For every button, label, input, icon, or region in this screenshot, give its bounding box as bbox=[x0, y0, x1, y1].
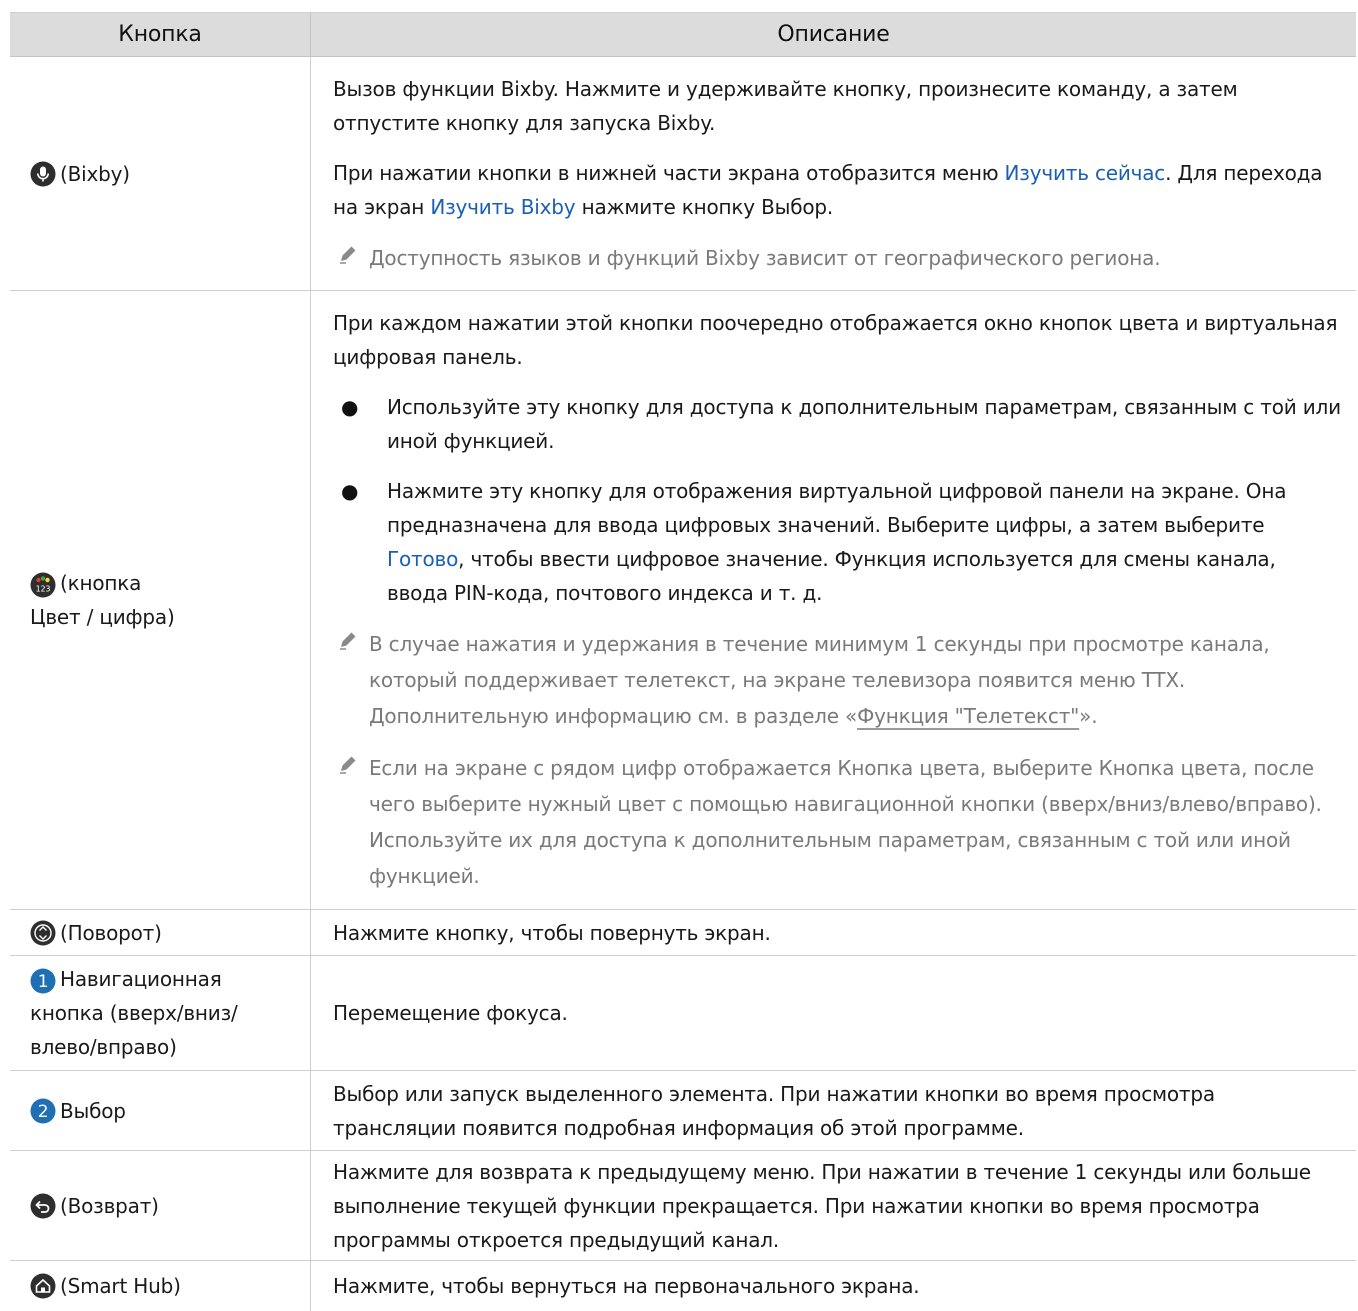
table-row-color-number: 123 (кнопка Цвет / цифра) При каждом наж… bbox=[10, 291, 1356, 910]
list-item: ● Используйте эту кнопку для доступа к д… bbox=[333, 390, 1342, 458]
bullet-icon: ● bbox=[341, 395, 359, 419]
button-label: (Возврат) bbox=[60, 1193, 159, 1218]
button-label: кнопка (вверх/вниз/ bbox=[30, 1001, 238, 1025]
number-two-badge-icon: 2 bbox=[30, 1098, 56, 1124]
button-cell: 123 (кнопка Цвет / цифра) bbox=[10, 291, 311, 909]
bullet-icon: ● bbox=[341, 479, 359, 503]
button-label: Навигационная bbox=[60, 967, 222, 991]
note-text: В случае нажатия и удержания в течение м… bbox=[369, 626, 1342, 734]
microphone-icon bbox=[30, 161, 56, 187]
button-label: (Поворот) bbox=[60, 920, 162, 945]
pencil-note-icon bbox=[333, 626, 369, 734]
number-one-badge-icon: 1 bbox=[30, 968, 56, 994]
text-run: ». bbox=[1079, 704, 1098, 728]
description-cell: При каждом нажатии этой кнопки поочередн… bbox=[311, 291, 1356, 909]
link-teletext[interactable]: Функция "Телетекст" bbox=[857, 704, 1079, 728]
description-text: Выбор или запуск выделенного элемента. П… bbox=[333, 1081, 1215, 1140]
description-cell: Нажмите кнопку, чтобы повернуть экран. bbox=[311, 910, 1356, 955]
link-done[interactable]: Готово bbox=[387, 547, 458, 571]
table-row-select: 2 Выбор Выбор или запуск выделенного эле… bbox=[10, 1071, 1356, 1151]
note-text: Доступность языков и функций Bixby завис… bbox=[369, 245, 1161, 270]
button-label: Выбор bbox=[60, 1098, 126, 1123]
note: Доступность языков и функций Bixby завис… bbox=[333, 240, 1342, 276]
list-item: ● Нажмите эту кнопку для отображения вир… bbox=[333, 474, 1342, 610]
home-icon bbox=[30, 1273, 56, 1299]
remote-buttons-table: Кнопка Описание (Bixby) Вызов функции Bi… bbox=[10, 12, 1356, 1311]
rotate-icon bbox=[30, 920, 56, 946]
badge-number: 2 bbox=[38, 1102, 49, 1122]
text-run: , чтобы ввести цифровое значение. Функци… bbox=[387, 547, 1276, 605]
button-cell: (Smart Hub) bbox=[10, 1261, 311, 1311]
text-run: Нажмите эту кнопку для отображения вирту… bbox=[387, 479, 1287, 537]
description-cell: Выбор или запуск выделенного элемента. П… bbox=[311, 1071, 1356, 1150]
table-row-bixby: (Bixby) Вызов функции Bixby. Нажмите и у… bbox=[10, 57, 1356, 291]
description-text: Нажмите кнопку, чтобы повернуть экран. bbox=[333, 920, 771, 945]
button-label: влево/вправо) bbox=[30, 1035, 177, 1059]
button-cell: (Bixby) bbox=[10, 57, 311, 290]
button-label: (кнопка bbox=[60, 571, 142, 595]
description-text: Перемещение фокуса. bbox=[333, 1001, 568, 1025]
button-cell: 1 Навигационная кнопка (вверх/вниз/ влев… bbox=[10, 956, 311, 1070]
link-learn-now[interactable]: Изучить сейчас bbox=[1005, 161, 1166, 185]
text-run: нажмите кнопку Выбор. bbox=[575, 194, 834, 219]
color-number-icon: 123 bbox=[30, 572, 56, 598]
table-row-navigation: 1 Навигационная кнопка (вверх/вниз/ влев… bbox=[10, 956, 1356, 1071]
back-arrow-icon bbox=[30, 1193, 56, 1219]
description-cell: Вызов функции Bixby. Нажмите и удерживай… bbox=[311, 57, 1356, 290]
table-row-home: (Smart Hub) Нажмите, чтобы вернуться на … bbox=[10, 1261, 1356, 1311]
description-text: При каждом нажатии этой кнопки поочередн… bbox=[333, 311, 1338, 369]
button-cell: 2 Выбор bbox=[10, 1071, 311, 1150]
table-row-back: (Возврат) Нажмите для возврата к предыду… bbox=[10, 1151, 1356, 1261]
icon-number-text: 123 bbox=[36, 584, 51, 593]
table-header: Кнопка Описание bbox=[10, 13, 1356, 57]
badge-number: 1 bbox=[38, 972, 49, 992]
description-text: Нажмите для возврата к предыдущему меню.… bbox=[333, 1159, 1311, 1252]
pencil-note-icon bbox=[333, 240, 369, 276]
button-cell: (Возврат) bbox=[10, 1151, 311, 1260]
button-cell: (Поворот) bbox=[10, 910, 311, 955]
pencil-note-icon bbox=[333, 750, 369, 894]
header-button-column: Кнопка bbox=[10, 13, 311, 56]
text-run: В случае нажатия и удержания в течение м… bbox=[369, 632, 1270, 728]
description-cell: Нажмите, чтобы вернуться на первоначальн… bbox=[311, 1261, 1356, 1311]
list-item-text: Нажмите эту кнопку для отображения вирту… bbox=[387, 474, 1342, 610]
text-run: При нажатии кнопки в нижней части экрана… bbox=[333, 160, 1005, 185]
link-learn-bixby[interactable]: Изучить Bixby bbox=[430, 195, 575, 219]
description-cell: Перемещение фокуса. bbox=[311, 956, 1356, 1070]
description-text: При нажатии кнопки в нижней части экрана… bbox=[333, 156, 1342, 224]
header-description-column: Описание bbox=[777, 21, 890, 47]
button-label-block: 123 (кнопка Цвет / цифра) bbox=[30, 566, 175, 634]
list-item-text: Используйте эту кнопку для доступа к доп… bbox=[387, 395, 1341, 453]
description-cell: Нажмите для возврата к предыдущему меню.… bbox=[311, 1151, 1356, 1260]
description-text: Вызов функции Bixby. Нажмите и удерживай… bbox=[333, 76, 1238, 135]
button-label-block: 1 Навигационная кнопка (вверх/вниз/ влев… bbox=[30, 962, 238, 1064]
button-label: Цвет / цифра) bbox=[30, 605, 175, 629]
note-text: Если на экране с рядом цифр отображается… bbox=[369, 756, 1322, 888]
table-row-rotate: (Поворот) Нажмите кнопку, чтобы повернут… bbox=[10, 910, 1356, 956]
note: В случае нажатия и удержания в течение м… bbox=[333, 626, 1342, 734]
note: Если на экране с рядом цифр отображается… bbox=[333, 750, 1342, 894]
button-label: (Bixby) bbox=[60, 161, 130, 186]
